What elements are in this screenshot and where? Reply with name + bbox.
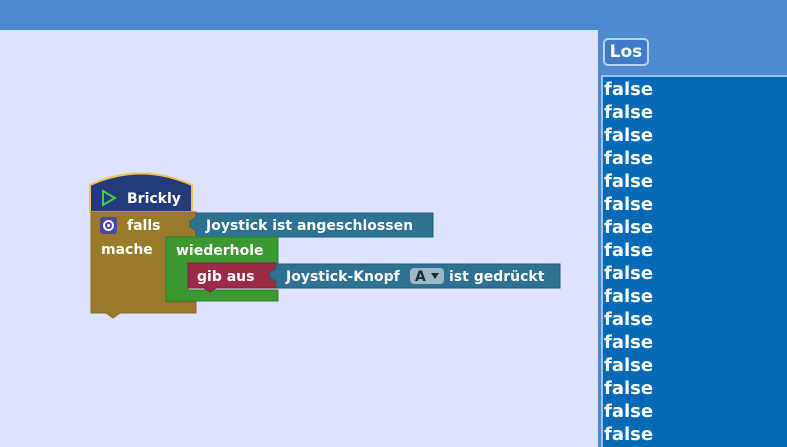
repeat-block-label: wiederhole <box>176 243 264 259</box>
joystick-button-suffix-label: ist gedrückt <box>449 269 545 285</box>
output-line: false <box>604 401 654 422</box>
joystick-button-prefix-label: Joystick-Knopf <box>285 269 401 285</box>
output-line: false <box>604 148 654 169</box>
run-button[interactable]: Los <box>603 38 649 66</box>
print-block-label: gib aus <box>197 269 254 285</box>
output-line: false <box>604 240 654 261</box>
button-select-value: A <box>415 269 426 285</box>
output-line: false <box>604 217 654 238</box>
joystick-button-pressed-block[interactable]: Joystick-Knopf A ist gedrückt <box>269 263 561 289</box>
output-line: false <box>604 102 654 123</box>
print-block[interactable]: gib aus <box>187 262 277 293</box>
top-bar <box>0 0 787 30</box>
joystick-connected-label: Joystick ist angeschlossen <box>205 218 413 234</box>
output-line: false <box>604 286 654 307</box>
output-line: false <box>604 263 654 284</box>
output-line: false <box>604 194 654 215</box>
output-line: false <box>604 424 654 445</box>
output-line: false <box>604 378 654 399</box>
button-select-dropdown[interactable]: A <box>410 268 444 285</box>
output-line: false <box>604 309 654 330</box>
output-line: false <box>604 355 654 376</box>
if-block-label: falls <box>127 218 160 234</box>
block-program[interactable]: Brickly falls mache Joystick ist angesch… <box>0 30 598 447</box>
do-block-label: mache <box>101 242 153 258</box>
output-console[interactable]: false false false false false false false false… <box>601 75 787 447</box>
output-line: false <box>604 171 654 192</box>
joystick-connected-block[interactable]: Joystick ist angeschlossen <box>189 212 434 238</box>
start-block[interactable]: Brickly <box>89 172 193 213</box>
output-list: false false false false false false false false… <box>603 77 787 446</box>
gear-icon[interactable] <box>100 217 117 234</box>
output-line: false <box>604 125 654 146</box>
start-block-label: Brickly <box>127 191 181 207</box>
output-line: false <box>604 79 654 100</box>
output-line: false <box>604 332 654 353</box>
